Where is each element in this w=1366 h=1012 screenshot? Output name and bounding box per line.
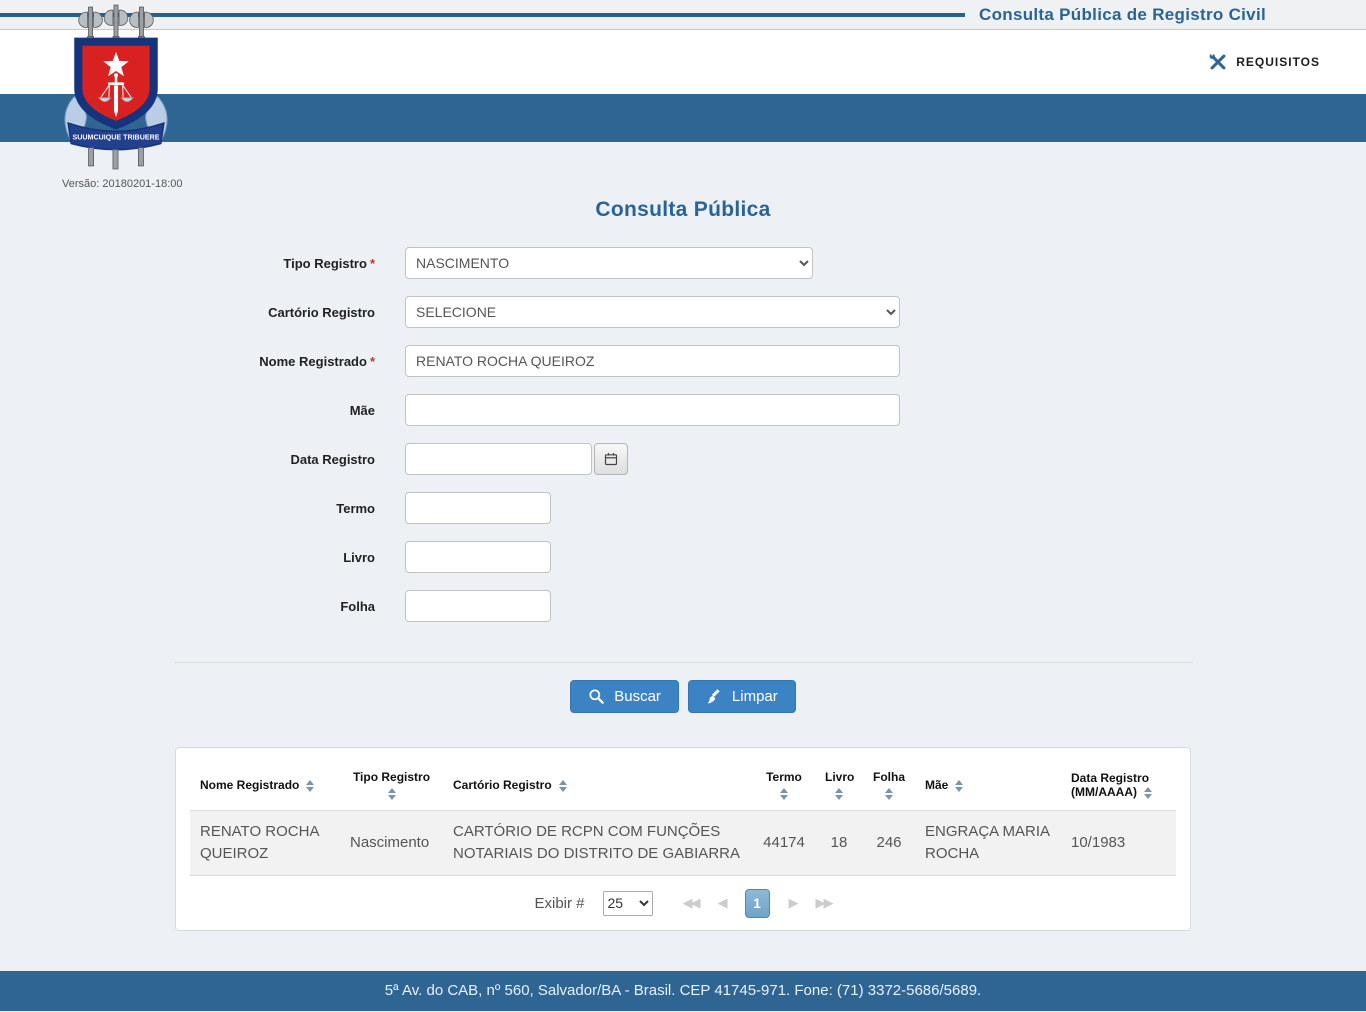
col-cartorio-registro[interactable]: Cartório Registro [443, 758, 753, 811]
cell-mae: ENGRAÇA MARIA ROCHA [915, 810, 1061, 876]
cell-livro: 18 [815, 810, 863, 876]
cell-tipo: Nascimento [340, 810, 443, 876]
col-data-registro[interactable]: Data Registro (MM/AAAA) [1061, 758, 1176, 811]
footer-bar: 5ª Av. do CAB, nº 560, Salvador/BA - Bra… [0, 970, 1366, 1011]
limpar-button[interactable]: Limpar [687, 680, 796, 713]
cell-cartorio: CARTÓRIO DE RCPN COM FUNÇÕES NOTARIAIS D… [443, 810, 753, 876]
broom-icon [706, 688, 723, 705]
requisitos-label: REQUISITOS [1236, 55, 1320, 69]
col-tipo-registro[interactable]: Tipo Registro [340, 758, 443, 811]
results-header-row: Nome Registrado Tipo Registro Cartório R… [190, 758, 1176, 811]
results-card: Nome Registrado Tipo Registro Cartório R… [175, 747, 1191, 931]
version-label: Versão: 20180201-18:00 [62, 178, 183, 190]
limpar-label: Limpar [731, 688, 778, 705]
header-band: REQUISITOS [0, 30, 1366, 94]
cell-nome: RENATO ROCHA QUEIROZ [190, 810, 340, 876]
cell-data: 10/1983 [1061, 810, 1176, 876]
tools-icon [1208, 52, 1228, 72]
sort-icon [1143, 786, 1152, 799]
main-content: Consulta Pública Tipo Registro * NASCIMEN… [0, 142, 1366, 931]
app-title: Consulta Pública de Registro Civil [979, 4, 1266, 24]
col-termo[interactable]: Termo [753, 758, 815, 811]
table-row[interactable]: RENATO ROCHA QUEIROZ Nascimento CARTÓRIO… [190, 810, 1176, 876]
nome-registrado-label: Nome Registrado * [259, 353, 375, 369]
page-title: Consulta Pública [595, 198, 771, 221]
form-separator [173, 662, 1193, 663]
requisitos-link[interactable]: REQUISITOS [1208, 52, 1320, 72]
page-size-select[interactable]: 25 [602, 890, 653, 916]
exibir-label: Exibir # [534, 894, 585, 912]
termo-label: Termo [336, 500, 375, 516]
last-page-button[interactable]: ▶▶ [816, 895, 834, 911]
col-nome-registrado[interactable]: Nome Registrado [190, 758, 340, 811]
top-strip: Consulta Pública de Registro Civil [0, 0, 1366, 30]
tipo-registro-select[interactable]: NASCIMENTO [405, 247, 813, 279]
cartorio-registro-select[interactable]: SELECIONE [405, 296, 900, 328]
blue-band [0, 94, 1366, 142]
mae-input[interactable] [405, 394, 900, 426]
calendar-button[interactable] [594, 443, 628, 475]
data-registro-input[interactable] [405, 443, 592, 475]
search-form: Tipo Registro * NASCIMENTO Cartório Regis… [0, 247, 1366, 622]
termo-input[interactable] [405, 492, 551, 524]
required-marker: * [369, 255, 375, 271]
sort-icon [558, 779, 567, 792]
livro-input[interactable] [405, 541, 551, 573]
sort-icon [780, 788, 788, 800]
logo: SUUMCUIQUE TRIBUERE Versão: 20180201-18:… [56, 3, 183, 190]
sort-icon [306, 779, 315, 792]
buscar-button[interactable]: Buscar [570, 680, 679, 713]
current-page-button[interactable]: 1 [744, 888, 770, 918]
col-mae[interactable]: Mãe [915, 758, 1061, 811]
calendar-icon [604, 452, 618, 466]
mae-label: Mãe [349, 402, 375, 418]
col-livro[interactable]: Livro [815, 758, 863, 811]
cartorio-registro-label: Cartório Registro [268, 304, 375, 320]
folha-input[interactable] [405, 590, 551, 622]
sort-icon [387, 788, 396, 800]
col-folha[interactable]: Folha [863, 758, 915, 811]
pagination: Exibir # 25 ◀◀ ◀ 1 ▶ ▶▶ [190, 888, 1176, 918]
coat-of-arms: SUUMCUIQUE TRIBUERE [64, 4, 168, 170]
data-registro-label: Data Registro [290, 451, 375, 467]
prev-page-button[interactable]: ◀ [718, 895, 728, 911]
livro-label: Livro [343, 549, 375, 565]
search-icon [588, 688, 605, 705]
tipo-registro-label: Tipo Registro * [283, 255, 375, 271]
folha-label: Folha [340, 598, 375, 614]
cell-termo: 44174 [753, 810, 815, 876]
sort-icon [835, 788, 843, 800]
sort-icon [885, 788, 893, 800]
required-marker: * [369, 353, 375, 369]
next-page-button[interactable]: ▶ [789, 895, 799, 911]
sort-icon [955, 779, 964, 792]
first-page-button[interactable]: ◀◀ [683, 895, 701, 911]
results-table: Nome Registrado Tipo Registro Cartório R… [190, 758, 1176, 876]
buscar-label: Buscar [614, 688, 661, 705]
footer-address: 5ª Av. do CAB, nº 560, Salvador/BA - Bra… [384, 982, 982, 999]
nome-registrado-input[interactable] [405, 345, 900, 377]
cell-folha: 246 [863, 810, 915, 876]
logo-motto-text: SUUMCUIQUE TRIBUERE [73, 133, 160, 141]
